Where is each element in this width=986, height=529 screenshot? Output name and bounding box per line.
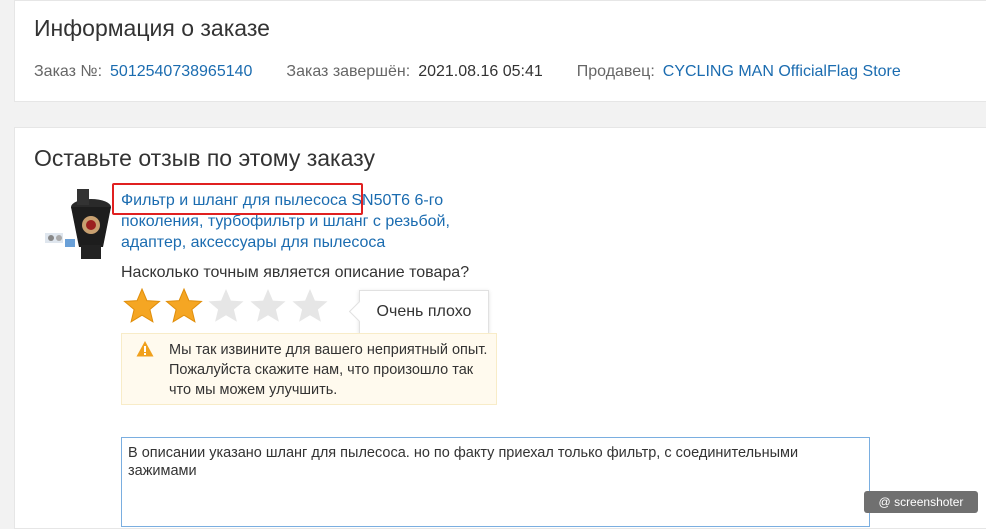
seller-link[interactable]: CYCLING MAN OfficialFlag Store: [663, 63, 901, 80]
rating-tooltip: Очень плохо: [359, 290, 489, 334]
order-completed-date: 2021.08.16 05:41: [418, 63, 543, 80]
star-rating[interactable]: [121, 286, 331, 326]
star-filled-icon[interactable]: [163, 286, 205, 326]
screenshoter-watermark: @ screenshoter: [864, 491, 978, 513]
product-image: [45, 189, 111, 259]
review-comment-input[interactable]: В описании указано шланг для пылесоса. н…: [121, 437, 870, 527]
warning-message: Мы так извините для вашего неприятный оп…: [121, 333, 497, 405]
order-info-title: Информация о заказе: [34, 15, 270, 41]
order-info-panel: Информация о заказе Заказ №: 501254073896…: [14, 0, 986, 102]
highlight-annotation-box: [112, 183, 363, 215]
order-meta-row: Заказ №: 5012540738965140 Заказ завершён: 2…: [34, 63, 901, 81]
order-completed-label: Заказ завершён:: [286, 63, 411, 80]
product-thumbnail[interactable]: [43, 185, 123, 265]
star-empty-icon[interactable]: [247, 286, 289, 326]
review-panel: Оставьте отзыв по этому заказу Фильтр и …: [14, 127, 986, 529]
rating-tooltip-text: Очень плохо: [376, 303, 472, 320]
order-number-label: Заказ №:: [34, 63, 103, 80]
review-title: Оставьте отзыв по этому заказу: [34, 145, 375, 171]
warning-text: Мы так извините для вашего неприятный оп…: [169, 342, 488, 398]
star-empty-icon[interactable]: [205, 286, 247, 326]
warning-triangle-icon: [136, 341, 154, 357]
star-filled-icon[interactable]: [121, 286, 163, 326]
rating-question: Насколько точным является описание товар…: [121, 264, 470, 281]
seller-label: Продавец:: [576, 63, 655, 80]
order-number-link[interactable]: 5012540738965140: [110, 63, 252, 80]
star-empty-icon[interactable]: [289, 286, 331, 326]
